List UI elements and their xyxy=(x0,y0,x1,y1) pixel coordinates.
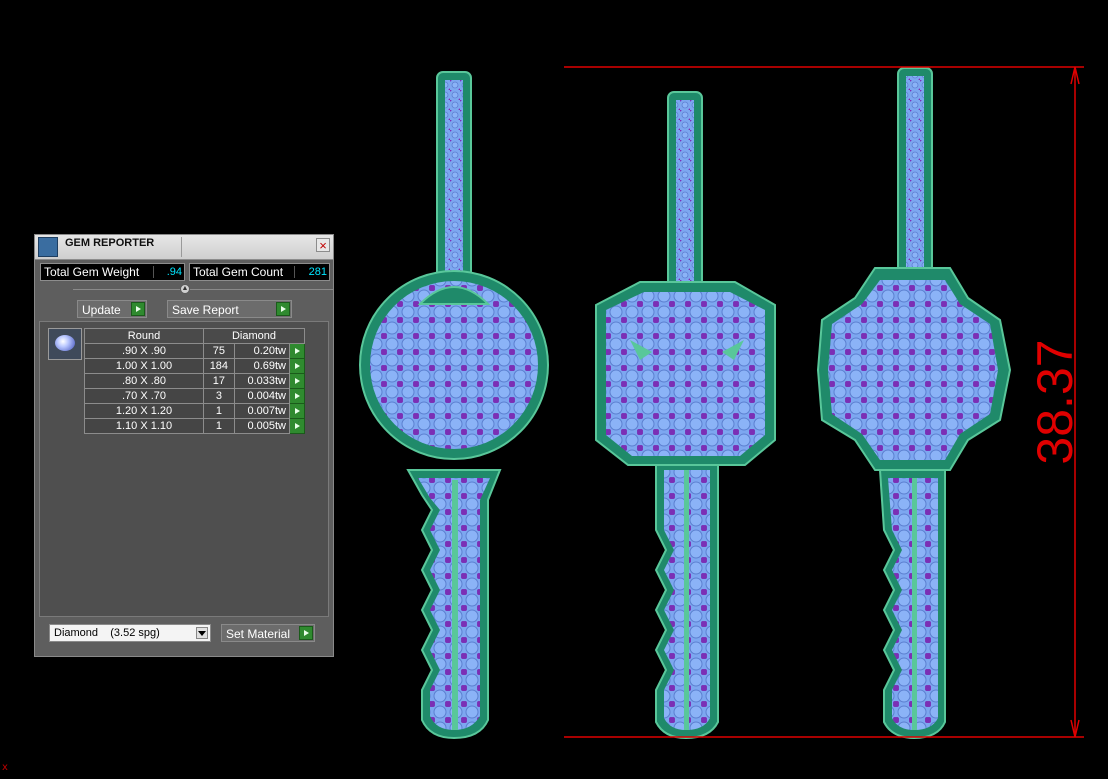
update-play-icon[interactable] xyxy=(131,302,145,316)
gem-size: 1.20 X 1.20 xyxy=(84,403,204,419)
table-header-shape: Round xyxy=(84,328,204,344)
row-select-icon[interactable] xyxy=(289,358,305,374)
gem-size: .80 X .80 xyxy=(84,373,204,389)
round-gem-icon xyxy=(48,328,82,360)
gem-count: 1 xyxy=(203,403,235,419)
table-row: .90 X .90 75 0.20tw xyxy=(84,343,305,359)
row-select-icon[interactable] xyxy=(289,343,305,359)
table-row: .80 X .80 17 0.033tw xyxy=(84,373,305,389)
material-select-value: Diamond (3.52 spg) xyxy=(54,627,160,639)
gem-table: Round Diamond .90 X .90 75 0.20tw 1.00 X… xyxy=(84,328,305,434)
row-select-icon[interactable] xyxy=(289,373,305,389)
gem-count: 75 xyxy=(203,343,235,359)
total-gem-count-label: Total Gem Count xyxy=(193,265,284,279)
gem-count: 3 xyxy=(203,388,235,404)
row-select-icon[interactable] xyxy=(289,388,305,404)
close-icon[interactable]: × xyxy=(316,238,330,252)
gem-weight: 0.007tw xyxy=(233,403,291,419)
save-report-button-label: Save Report xyxy=(172,303,239,317)
total-gem-weight-label: Total Gem Weight xyxy=(44,265,140,279)
save-report-button[interactable]: Save Report xyxy=(167,300,292,318)
gem-count: 1 xyxy=(203,418,235,434)
chevron-down-icon[interactable] xyxy=(196,627,208,639)
row-select-icon[interactable] xyxy=(289,418,305,434)
table-row: 1.00 X 1.00 184 0.69tw xyxy=(84,358,305,374)
total-gem-count-value: 281 xyxy=(294,266,331,278)
gem-size: .70 X .70 xyxy=(84,388,204,404)
gem-size: 1.10 X 1.10 xyxy=(84,418,204,434)
gem-report-area: Round Diamond .90 X .90 75 0.20tw 1.00 X… xyxy=(39,321,329,617)
table-row: 1.20 X 1.20 1 0.007tw xyxy=(84,403,305,419)
title-separator xyxy=(181,237,182,257)
collapse-up-icon[interactable]: ▲ xyxy=(180,284,190,294)
gem-reporter-icon xyxy=(38,237,58,257)
row-select-icon[interactable] xyxy=(289,403,305,419)
gem-reporter-panel: GEM REPORTER × Total Gem Weight .94 Tota… xyxy=(34,234,334,657)
gem-weight: 0.005tw xyxy=(233,418,291,434)
set-material-button-label: Set Material xyxy=(226,627,291,641)
table-header-material: Diamond xyxy=(203,328,305,344)
panel-titlebar[interactable]: GEM REPORTER × xyxy=(35,235,333,260)
gem-weight: 0.033tw xyxy=(233,373,291,389)
table-row: 1.10 X 1.10 1 0.005tw xyxy=(84,418,305,434)
gem-weight: 0.69tw xyxy=(233,358,291,374)
total-gem-weight-value: .94 xyxy=(153,266,186,278)
set-material-play-icon[interactable] xyxy=(299,626,313,640)
gem-size: 1.00 X 1.00 xyxy=(84,358,204,374)
panel-title: GEM REPORTER xyxy=(65,237,155,249)
key-octagon-head xyxy=(816,67,1012,740)
update-button[interactable]: Update xyxy=(77,300,147,318)
gem-count: 184 xyxy=(203,358,235,374)
gem-size: .90 X .90 xyxy=(84,343,204,359)
key-hex-head xyxy=(595,91,776,740)
update-button-label: Update xyxy=(82,303,121,317)
table-row: .70 X .70 3 0.004tw xyxy=(84,388,305,404)
total-gem-count: Total Gem Count 281 xyxy=(189,263,330,281)
gem-weight: 0.004tw xyxy=(233,388,291,404)
material-select[interactable]: Diamond (3.52 spg) xyxy=(49,624,211,642)
panel-divider xyxy=(73,289,333,290)
key-round-head xyxy=(359,71,549,740)
axis-x-label: x xyxy=(2,762,8,773)
gem-weight: 0.20tw xyxy=(233,343,291,359)
dimension-value: 38.37 xyxy=(1027,339,1083,464)
set-material-button[interactable]: Set Material xyxy=(221,624,315,642)
save-report-play-icon[interactable] xyxy=(276,302,290,316)
gem-count: 17 xyxy=(203,373,235,389)
total-gem-weight: Total Gem Weight .94 xyxy=(40,263,185,281)
